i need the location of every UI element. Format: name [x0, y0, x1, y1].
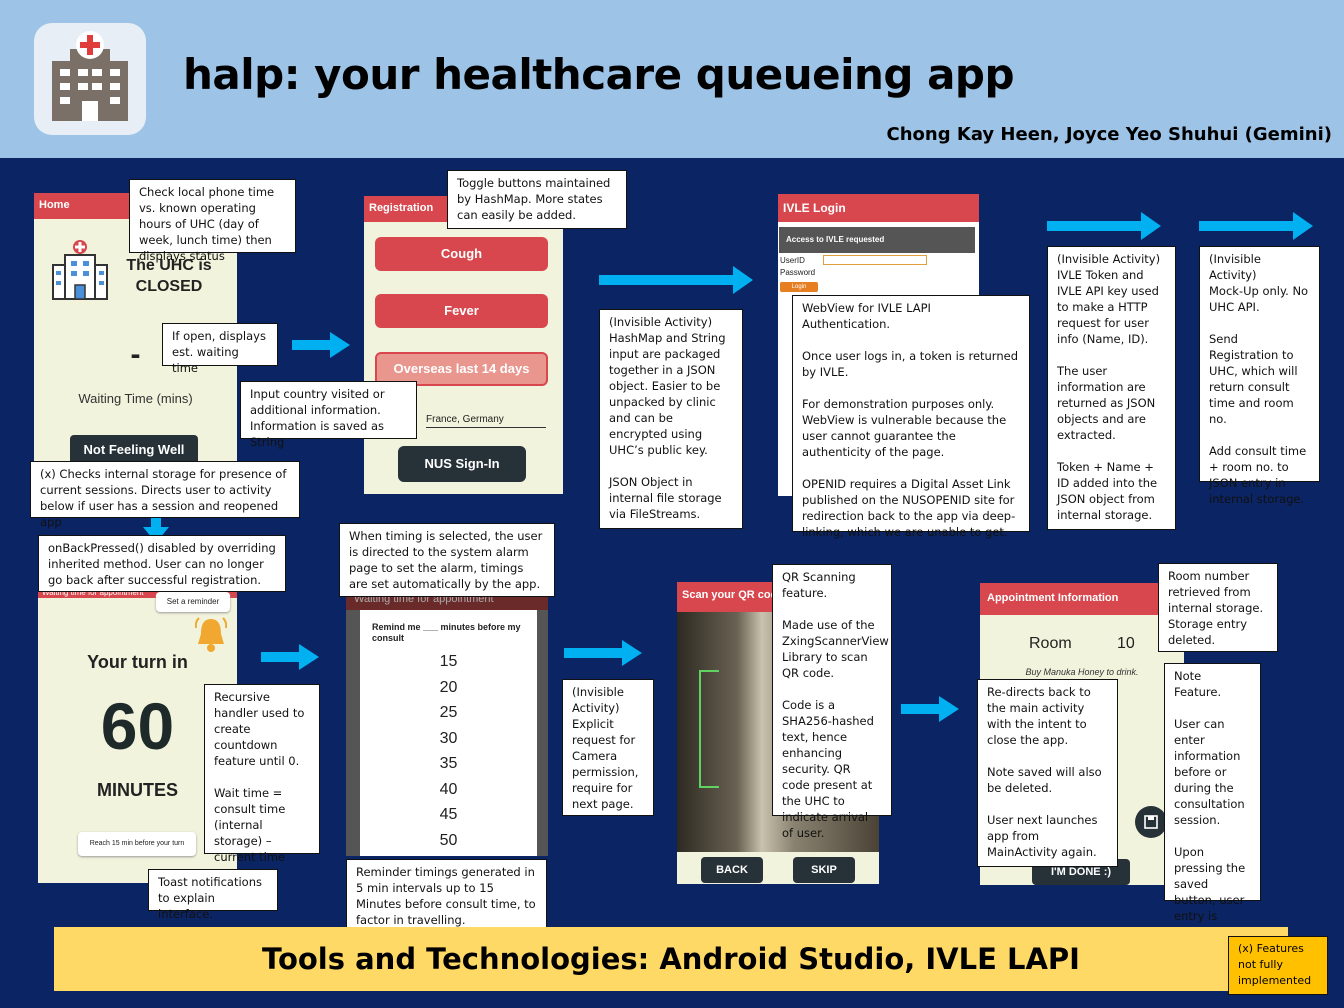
note-ivle-token: (Invisible Activity) IVLE Token and IVLE… — [1047, 246, 1176, 530]
flow-arrow — [261, 644, 319, 670]
reminder-dialog: Remind me ___ minutes before my consult … — [360, 610, 537, 856]
note-back-disabled: onBackPressed() disabled by overriding i… — [38, 535, 286, 592]
waiting-label: Waiting Time (mins) — [78, 391, 193, 406]
tools-banner: Tools and Technologies: Android Studio, … — [54, 927, 1288, 991]
skip-button[interactable]: SKIP — [793, 857, 855, 883]
nus-signin-button[interactable]: NUS Sign-In — [398, 446, 526, 482]
reminder-option[interactable]: 15 — [360, 653, 537, 671]
flow-arrow — [599, 266, 753, 294]
flow-arrow — [901, 696, 959, 722]
note-input-country: Input country visited or additional info… — [240, 381, 417, 449]
note-redirect: Re-directs back to the main activity wit… — [977, 679, 1118, 867]
room-label: Room — [1029, 635, 1072, 652]
room-number: 10 — [1117, 635, 1135, 652]
ivle-bar: IVLE Login — [778, 194, 979, 222]
reminder-prompt: Remind me ___ minutes before my consult — [372, 622, 521, 643]
appointment-bar: Appointment Information — [980, 583, 1184, 615]
flow-arrow — [1199, 212, 1313, 240]
ivle-panel-header: Access to IVLE requested — [779, 227, 975, 253]
scan-frame — [699, 670, 719, 788]
flow-arrow — [564, 640, 642, 666]
userid-input[interactable] — [823, 255, 927, 265]
reminder-option[interactable]: 25 — [360, 704, 537, 722]
note-qr-scanning: QR Scanning feature. Made use of the Zxi… — [772, 564, 892, 840]
status-line-2: CLOSED — [135, 278, 203, 295]
bell-icon — [195, 617, 227, 652]
hospital-icon — [52, 31, 128, 121]
note-camera-permission: (Invisible Activity) Explicit request fo… — [562, 679, 654, 816]
userid-label: UserID — [780, 256, 805, 265]
reach-early-button[interactable]: Reach 15 min before your turn — [78, 832, 196, 856]
turn-text: Your turn in — [87, 652, 188, 672]
note-webview: WebView for IVLE LAPI Authentication. On… — [792, 295, 1030, 539]
hospital-building-icon — [52, 240, 108, 300]
flow-arrow — [292, 332, 350, 358]
reminder-option[interactable]: 30 — [360, 730, 537, 748]
reminder-screen: Waiting time for appointment Remind me _… — [346, 590, 548, 856]
back-button[interactable]: BACK — [701, 857, 763, 883]
note-json-package: (Invisible Activity) HashMap and String … — [599, 309, 743, 529]
note-toggle-buttons: Toggle buttons maintained by HashMap. Mo… — [447, 170, 627, 229]
save-icon — [1144, 815, 1158, 829]
country-input[interactable]: France, Germany — [426, 414, 546, 428]
reminder-option[interactable]: 40 — [360, 781, 537, 799]
note-waiting-time: If open, displays est. waiting time — [162, 323, 278, 375]
flow-arrow — [1047, 212, 1161, 240]
note-mock-uhc: (Invisible Activity) Mock-Up only. No UH… — [1199, 246, 1320, 506]
reminder-option[interactable]: 50 — [360, 832, 537, 850]
reminder-option[interactable]: 20 — [360, 679, 537, 697]
registration-screen: Registration Cough Fever Overseas last 1… — [364, 196, 563, 494]
page-title: halp: your healthcare queueing app — [183, 50, 1015, 99]
note-toast: Toast notifications to explain interface… — [148, 869, 278, 921]
reminder-option[interactable]: 45 — [360, 806, 537, 824]
note-countdown: Recursive handler used to create countdo… — [204, 684, 320, 864]
note-text: Buy Manuka Honey to drink. — [1025, 667, 1139, 677]
reminder-option[interactable]: 35 — [360, 755, 537, 773]
legend-note: (x) Features not fully implemented — [1228, 936, 1328, 995]
note-alarm: When timing is selected, the user is dir… — [339, 523, 555, 597]
password-label: Password — [780, 268, 816, 277]
note-note-feature: Note Feature. User can enter information… — [1164, 663, 1261, 939]
fever-toggle[interactable]: Fever — [375, 294, 548, 328]
cough-toggle[interactable]: Cough — [375, 237, 548, 271]
note-session-check: (x) Checks internal storage for presence… — [30, 461, 300, 529]
reminder-button[interactable]: Set a reminder — [156, 592, 230, 612]
login-button[interactable]: Login — [780, 282, 818, 292]
app-logo — [34, 23, 146, 135]
authors: Chong Kay Heen, Joyce Yeo Shuhui (Gemini… — [886, 124, 1332, 145]
note-reminder-timings: Reminder timings generated in 5 min inte… — [346, 859, 547, 932]
save-fab[interactable] — [1135, 806, 1167, 838]
note-room-number: Room number retrieved from internal stor… — [1158, 563, 1278, 652]
note-time-check: Check local phone time vs. known operati… — [129, 179, 296, 263]
